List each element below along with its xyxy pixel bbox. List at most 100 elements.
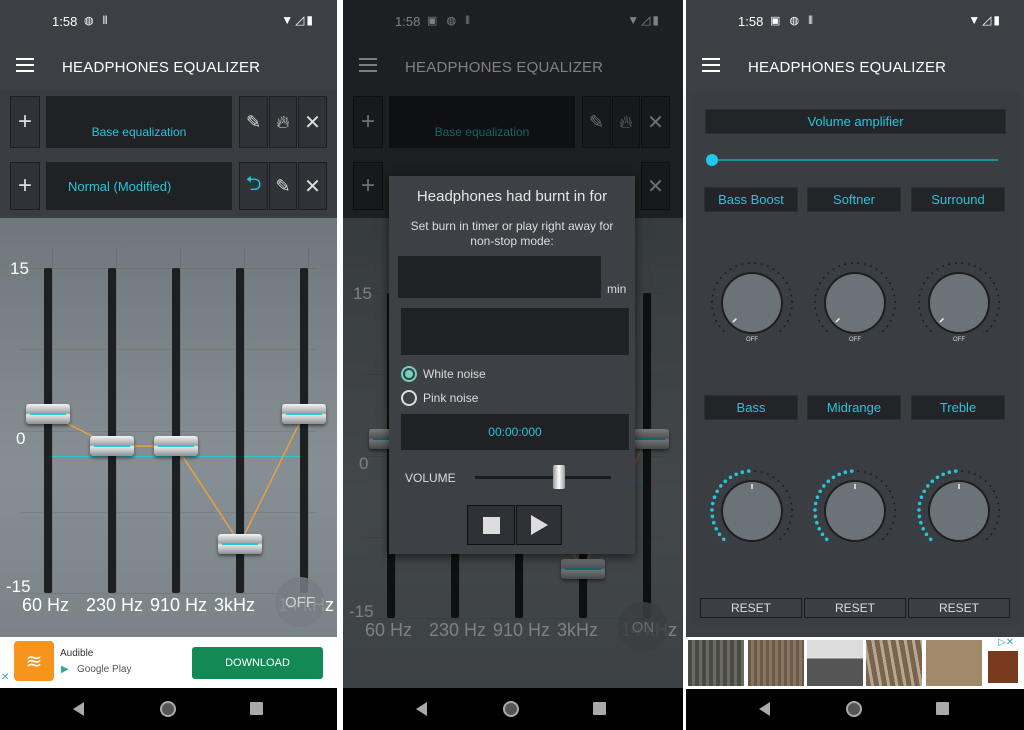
recents-icon[interactable] [936, 702, 949, 715]
menu-icon[interactable] [16, 58, 34, 72]
nav-bar [0, 688, 337, 730]
reset-button[interactable]: RESET [700, 598, 802, 618]
stop-button[interactable] [467, 505, 515, 545]
tone-knob[interactable] [707, 466, 797, 556]
band-slider-track[interactable] [44, 268, 52, 593]
pink-noise-radio[interactable] [401, 390, 417, 406]
app-title: HEADPHONES EQUALIZER [62, 59, 261, 76]
back-icon[interactable] [759, 702, 770, 716]
current-preset-field[interactable]: Normal (Modified) [46, 162, 232, 210]
undo-icon[interactable]: ⮌ [239, 162, 268, 210]
tone-label: Midrange [807, 395, 901, 420]
status-bar: 1:58 ▣ ◍ ⦀ ▼◿▮ [686, 0, 1024, 42]
burn-in-fire-icon[interactable]: 🔥︎ [269, 96, 297, 148]
effect-label-text: Surround [931, 192, 985, 207]
ad-image[interactable] [926, 640, 982, 686]
band-slider-track[interactable] [300, 268, 308, 593]
reset-button[interactable]: RESET [908, 598, 1010, 618]
ad-image[interactable] [988, 651, 1018, 683]
ad-title: Audible [60, 648, 94, 659]
ad-close-icon[interactable]: ✕ [1, 672, 9, 683]
volume-amplifier-label: Volume amplifier [705, 109, 1006, 134]
band-slider-thumb[interactable] [154, 436, 198, 457]
back-icon[interactable] [73, 702, 84, 716]
effect-label-text: Softner [833, 192, 875, 207]
ad-choices-icon[interactable]: ▷✕ [998, 637, 1014, 648]
band-slider-thumb[interactable] [282, 403, 326, 424]
ad-image[interactable] [807, 640, 863, 686]
reset-label: RESET [834, 601, 875, 615]
burn-in-dialog: Headphones had burnt in for Set burn in … [389, 176, 635, 554]
ad-image[interactable] [748, 640, 804, 686]
add-preset-button[interactable]: + [10, 162, 40, 210]
band-slider-thumb[interactable] [26, 403, 70, 424]
volume-slider-thumb[interactable] [553, 465, 566, 489]
band-slider-track[interactable] [172, 268, 180, 593]
home-icon[interactable] [503, 701, 519, 717]
recents-icon[interactable] [250, 702, 263, 715]
knob-state: OFF [953, 337, 965, 343]
ad-image[interactable] [866, 640, 922, 686]
volume-amplifier-thumb[interactable] [706, 154, 718, 166]
white-noise-radio[interactable] [401, 366, 417, 382]
volume-label: VOLUME [405, 471, 456, 485]
google-play-icon: ▶ [61, 664, 69, 675]
play-button[interactable] [516, 505, 562, 545]
menu-icon[interactable] [702, 58, 720, 72]
home-icon[interactable] [160, 701, 176, 717]
band-slider-track[interactable] [108, 268, 116, 593]
ad-banner-images[interactable]: ▷✕ [686, 637, 1024, 689]
phone-screen-burn-in: 1:58 ▣ ◍ ⦀ ▼◿▮ HEADPHONES EQUALIZER + Ba… [343, 0, 683, 730]
band-slider-thumb[interactable] [218, 533, 262, 554]
band-label: 60 Hz [22, 595, 70, 615]
equalizer-panel: 60 Hz230 Hz910 Hz3kHz14 kHz150-15OFF [0, 218, 337, 637]
app-title: HEADPHONES EQUALIZER [748, 59, 947, 76]
effect-label: Softner [807, 187, 901, 212]
close-icon[interactable]: ✕ [298, 162, 327, 210]
volume-slider[interactable] [475, 465, 611, 489]
ad-image[interactable] [688, 640, 744, 686]
edit-hp-icon[interactable]: ✎ [239, 96, 268, 148]
dialog-subtitle: Set burn in timer or play right away for… [410, 219, 614, 248]
timer-display: 00:00:000 [401, 414, 629, 450]
power-toggle-button[interactable]: OFF [275, 577, 325, 627]
ad-banner[interactable]: ≋ Audible ▶ Google Play DOWNLOAD ✕ [0, 637, 337, 688]
effect-label: Surround [911, 187, 1005, 212]
effect-knob[interactable] [914, 258, 1004, 348]
reset-button[interactable]: RESET [804, 598, 906, 618]
reset-label: RESET [730, 601, 771, 615]
download-button[interactable]: DOWNLOAD [192, 647, 323, 679]
timer-minutes-input[interactable] [398, 256, 601, 298]
nav-bar [343, 688, 683, 730]
edit-pencil-icon[interactable]: ✎ [269, 162, 297, 210]
tone-label: Treble [911, 395, 1005, 420]
volume-amplifier-slider[interactable] [706, 154, 998, 166]
effect-knob[interactable] [810, 258, 900, 348]
back-icon[interactable] [416, 702, 427, 716]
band-label: 3kHz [214, 595, 256, 615]
effect-label-text: Bass Boost [718, 192, 784, 207]
nav-bar [686, 688, 1024, 730]
toolbar: HEADPHONES EQUALIZER [0, 44, 337, 90]
current-preset-label: Normal (Modified) [68, 178, 172, 194]
noise-select[interactable] [401, 308, 629, 355]
home-icon[interactable] [846, 701, 862, 717]
add-preset-button[interactable]: + [10, 96, 40, 148]
pink-noise-label: Pink noise [423, 391, 479, 405]
minutes-unit: min [607, 282, 627, 296]
band-slider-thumb[interactable] [90, 436, 134, 457]
close-icon[interactable]: ✕ [298, 96, 327, 148]
status-time: 1:58 [52, 14, 78, 29]
effect-knob[interactable] [707, 258, 797, 348]
recents-icon[interactable] [593, 702, 606, 715]
audible-logo: ≋ [14, 641, 54, 681]
knob-state: OFF [849, 337, 861, 343]
notification-icons: ▣ ◍ ⦀ [770, 15, 816, 27]
play-icon [530, 515, 548, 535]
dialog-title: Headphones had burnt in for [416, 188, 608, 205]
tone-knob[interactable] [914, 466, 1004, 556]
base-preset-field[interactable]: Base equalization [46, 96, 232, 148]
tone-knob[interactable] [810, 466, 900, 556]
toolbar: HEADPHONES EQUALIZER [686, 44, 1024, 90]
white-noise-label: White noise [423, 367, 486, 381]
